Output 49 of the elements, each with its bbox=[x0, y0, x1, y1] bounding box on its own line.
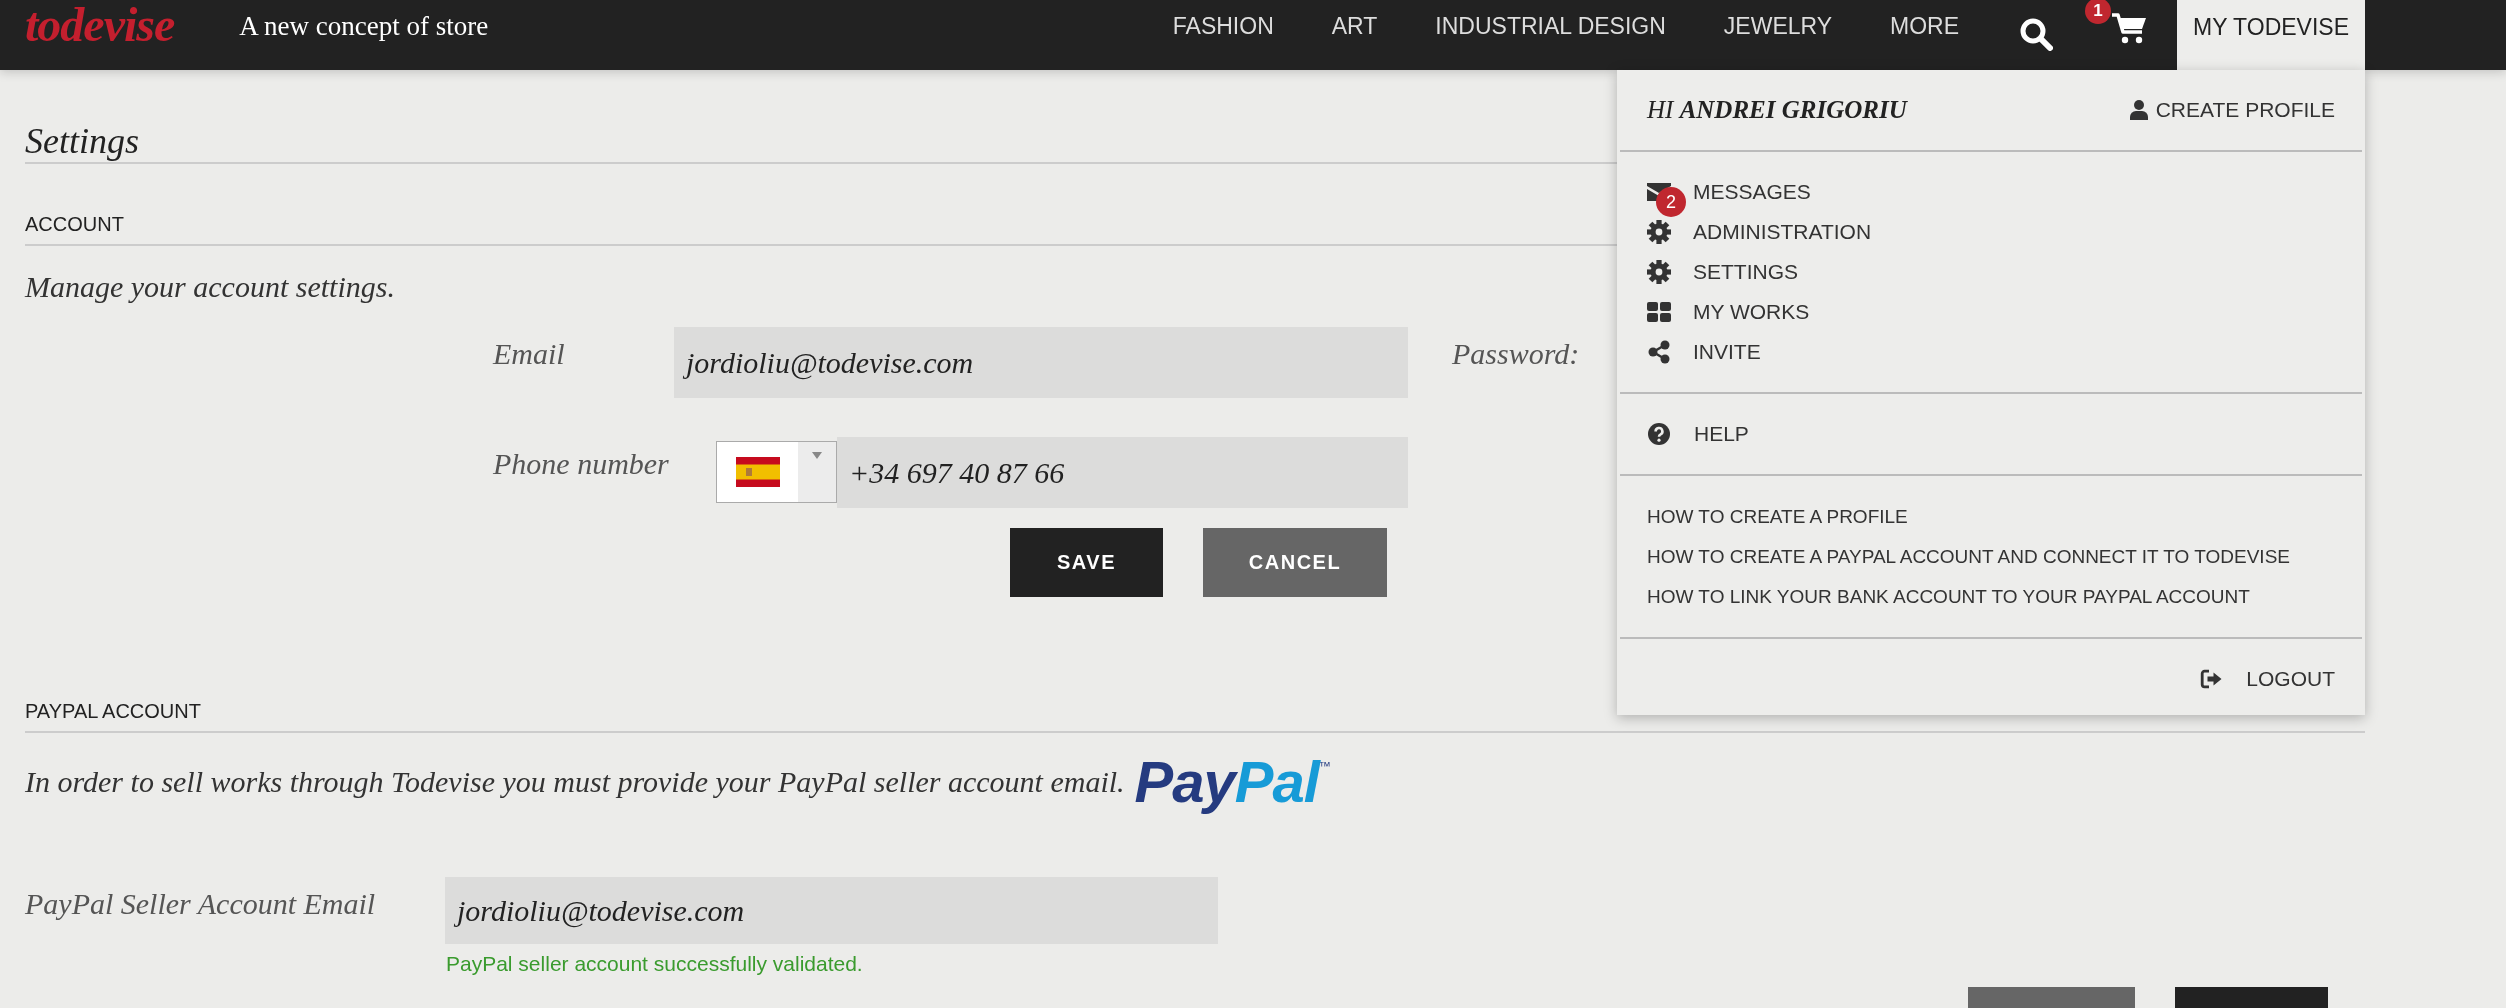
message-count-badge: 2 bbox=[1656, 187, 1686, 217]
menu-item[interactable]: MY WORKS bbox=[1693, 299, 1810, 325]
intro-text: In order to sell works through Todevise you must provide your PayPal seller account email. bbox=[25, 764, 1125, 800]
field-label: Phone number bbox=[493, 447, 669, 480]
help-link[interactable]: HOW TO LINK YOUR BANK ACCOUNT TO YOUR PAYPAL ACCOUNT bbox=[1647, 586, 2250, 608]
paypal-logo: PayPal$^{™}$ bbox=[1134, 749, 1330, 815]
menu-item[interactable]: INVITE bbox=[1693, 339, 1761, 365]
logout-icon bbox=[2200, 669, 2223, 689]
create-profile-link[interactable]: CREATE PROFILE bbox=[2129, 98, 2335, 122]
caret-icon bbox=[812, 452, 822, 459]
nav-link[interactable]: INDUSTRIAL DESIGN bbox=[1435, 0, 1666, 52]
section-heading: ACCOUNT bbox=[25, 212, 124, 236]
user-icon bbox=[2129, 100, 2148, 120]
field-label: Password: bbox=[1452, 336, 1580, 372]
menu-item[interactable]: ADMINISTRATION bbox=[1693, 219, 1872, 245]
user-greeting: HI ANDREI GRIGORIU bbox=[1647, 96, 1907, 124]
gear-icon bbox=[1647, 260, 1671, 284]
cart-count-badge: 1 bbox=[2085, 0, 2112, 24]
email-field[interactable]: jordioliu@todevise.com bbox=[674, 327, 1408, 398]
account-tab[interactable]: MY TODEVISE bbox=[2177, 0, 2365, 70]
save-button[interactable]: SAVE bbox=[1010, 528, 1163, 597]
page-title: Settings bbox=[25, 120, 139, 162]
cart-icon[interactable] bbox=[2111, 12, 2148, 44]
cancel-button[interactable]: CANCEL bbox=[1203, 528, 1387, 597]
country-select[interactable] bbox=[716, 441, 837, 503]
nav-link[interactable]: FASHION bbox=[1172, 0, 1274, 52]
gear-icon bbox=[1647, 220, 1671, 244]
tagline: A new concept of store bbox=[239, 10, 489, 43]
nav-link[interactable]: ART bbox=[1331, 0, 1378, 52]
help-icon bbox=[1648, 423, 1670, 445]
nav-link[interactable]: JEWELRY bbox=[1723, 0, 1833, 52]
grid-icon bbox=[1647, 302, 1671, 322]
help-link[interactable]: HOW TO CREATE A PAYPAL ACCOUNT AND CONNECT IT TO TODEVISE bbox=[1647, 546, 2290, 568]
menu-item[interactable]: HELP bbox=[1694, 421, 1749, 447]
paypal-email-field[interactable]: jordioliu@todevise.com bbox=[445, 877, 1218, 944]
phone-field[interactable]: +34 697 40 87 66 bbox=[837, 437, 1408, 508]
logout-link[interactable]: LOGOUT bbox=[2200, 659, 2335, 699]
search-icon[interactable] bbox=[2019, 17, 2054, 51]
field-label: PayPal Seller Account Email bbox=[25, 887, 376, 920]
flag-icon bbox=[735, 457, 780, 487]
field-label: Email bbox=[493, 337, 565, 370]
intro-text: Manage your account settings. bbox=[25, 269, 395, 305]
help-link[interactable]: HOW TO CREATE A PROFILE bbox=[1647, 506, 1908, 528]
menu-item[interactable]: SETTINGS bbox=[1693, 259, 1798, 285]
validation-message: PayPal seller account successfully validated. bbox=[446, 951, 863, 977]
share-icon bbox=[1647, 340, 1671, 364]
section-heading: PAYPAL ACCOUNT bbox=[25, 699, 201, 723]
menu-item[interactable]: MESSAGES bbox=[1693, 179, 1811, 205]
nav-link[interactable]: MORE bbox=[1890, 0, 1960, 52]
